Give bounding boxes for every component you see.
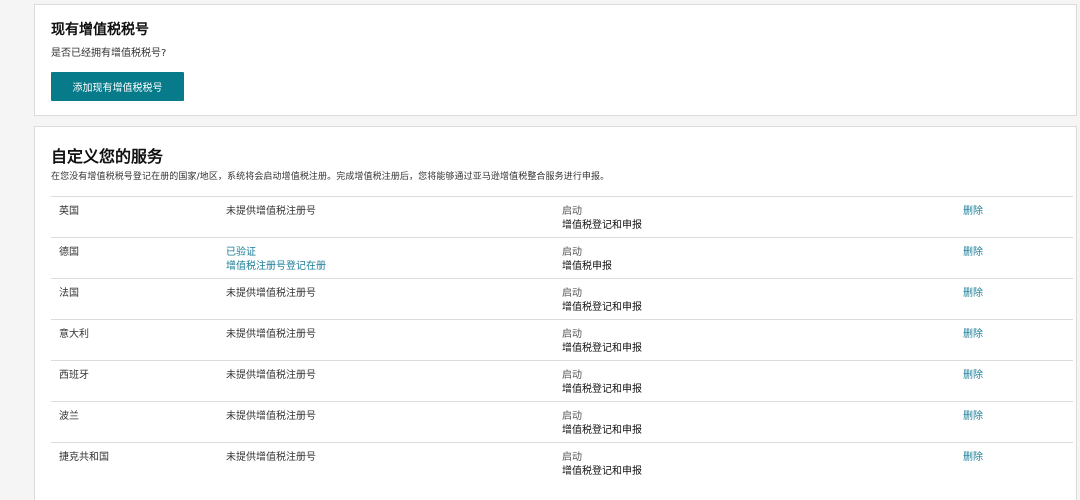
country-name: 德国: [59, 247, 79, 258]
delete-link[interactable]: 删除: [963, 287, 983, 301]
table-row: 意大利 未提供增值税注册号 启动 增值税登记和申报 删除: [51, 319, 1073, 360]
registration-status: 未提供增值税注册号: [226, 410, 316, 424]
service-status: 启动: [562, 411, 582, 422]
country-name: 英国: [59, 206, 79, 217]
table-row: 波兰 未提供增值税注册号 启动 增值税登记和申报 删除: [51, 401, 1073, 442]
registration-status-text: 未提供增值税注册号: [226, 370, 316, 381]
delete-link[interactable]: 删除: [963, 410, 983, 424]
service-cell: 启动 增值税登记和申报: [562, 451, 642, 479]
customize-service-title: 自定义您的服务: [51, 147, 164, 166]
country-name: 法国: [59, 288, 79, 299]
table-row: 德国 已验证 增值税注册号登记在册 启动 增值税申报 删除: [51, 237, 1073, 278]
service-cell: 启动 增值税登记和申报: [562, 205, 642, 233]
delete-link[interactable]: 删除: [963, 451, 983, 465]
add-existing-vat-button[interactable]: 添加现有增值税税号: [51, 72, 184, 101]
country-name: 西班牙: [59, 370, 89, 381]
delete-link[interactable]: 删除: [963, 205, 983, 219]
service-type: 增值税登记和申报: [562, 384, 642, 395]
registration-status: 未提供增值税注册号: [226, 451, 316, 465]
registration-status: 已验证 增值税注册号登记在册: [226, 246, 326, 274]
service-type: 增值税登记和申报: [562, 220, 642, 231]
service-status: 启动: [562, 206, 582, 217]
registration-status-text: 未提供增值税注册号: [226, 329, 316, 340]
country-service-table: 英国 未提供增值税注册号 启动 增值税登记和申报 删除 德国 已验证 增值税注册…: [51, 196, 1073, 483]
service-status: 启动: [562, 247, 582, 258]
service-status: 启动: [562, 370, 582, 381]
table-row: 西班牙 未提供增值税注册号 启动 增值税登记和申报 删除: [51, 360, 1073, 401]
country-name: 意大利: [59, 329, 89, 340]
verified-link[interactable]: 已验证: [226, 246, 326, 260]
registration-status-text: 未提供增值税注册号: [226, 411, 316, 422]
customize-service-card: 自定义您的服务 在您没有增值税税号登记在册的国家/地区，系统将会启动增值税注册。…: [34, 126, 1077, 500]
service-type: 增值税登记和申报: [562, 425, 642, 436]
service-type: 增值税登记和申报: [562, 343, 642, 354]
service-cell: 启动 增值税登记和申报: [562, 410, 642, 438]
registration-status: 未提供增值税注册号: [226, 205, 316, 219]
service-type: 增值税登记和申报: [562, 302, 642, 313]
registration-status-text: 未提供增值税注册号: [226, 206, 316, 217]
registration-status-text: 未提供增值税注册号: [226, 452, 316, 463]
country-name: 波兰: [59, 411, 79, 422]
service-status: 启动: [562, 452, 582, 463]
service-cell: 启动 增值税登记和申报: [562, 328, 642, 356]
existing-vat-title: 现有增值税税号: [51, 22, 149, 38]
registration-status-text: 未提供增值税注册号: [226, 288, 316, 299]
table-row: 法国 未提供增值税注册号 启动 增值税登记和申报 删除: [51, 278, 1073, 319]
delete-link[interactable]: 删除: [963, 246, 983, 260]
table-row: 捷克共和国 未提供增值税注册号 启动 增值税登记和申报 删除: [51, 442, 1073, 483]
service-cell: 启动 增值税登记和申报: [562, 287, 642, 315]
customize-service-description: 在您没有增值税税号登记在册的国家/地区，系统将会启动增值税注册。完成增值税注册后…: [51, 172, 610, 182]
table-row: 英国 未提供增值税注册号 启动 增值税登记和申报 删除: [51, 196, 1073, 237]
registration-status: 未提供增值税注册号: [226, 287, 316, 301]
service-type: 增值税登记和申报: [562, 466, 642, 477]
service-status: 启动: [562, 288, 582, 299]
registration-status: 未提供增值税注册号: [226, 328, 316, 342]
country-name: 捷克共和国: [59, 452, 109, 463]
registration-status: 未提供增值税注册号: [226, 369, 316, 383]
service-cell: 启动 增值税登记和申报: [562, 369, 642, 397]
service-type: 增值税申报: [562, 261, 612, 272]
registered-vat-link[interactable]: 增值税注册号登记在册: [226, 260, 326, 274]
service-cell: 启动 增值税申报: [562, 246, 612, 274]
delete-link[interactable]: 删除: [963, 328, 983, 342]
existing-vat-subtitle: 是否已经拥有增值税税号?: [51, 48, 167, 59]
delete-link[interactable]: 删除: [963, 369, 983, 383]
service-status: 启动: [562, 329, 582, 340]
existing-vat-card: 现有增值税税号 是否已经拥有增值税税号? 添加现有增值税税号: [34, 4, 1077, 116]
